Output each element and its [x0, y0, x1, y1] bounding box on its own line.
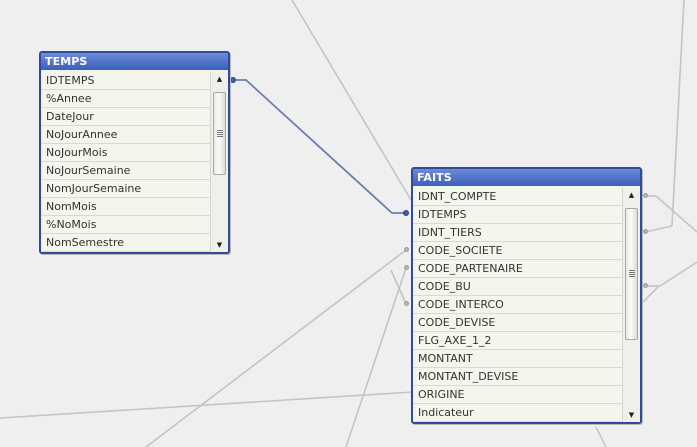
field-item[interactable]: NomMois — [41, 198, 210, 216]
link-line — [642, 286, 659, 303]
field-item[interactable]: NomJourSemaine — [41, 180, 210, 198]
vertical-scrollbar[interactable]: ▲ ▼ — [210, 72, 228, 252]
link-line — [655, 195, 697, 233]
connector-dot — [643, 283, 648, 288]
table-faits[interactable]: FAITS IDNT_COMPTE IDTEMPS IDNT_TIERS COD… — [411, 167, 642, 424]
grip-icon — [216, 129, 223, 137]
field-item[interactable]: CODE_PARTENAIRE — [413, 260, 622, 278]
field-item[interactable]: Indicateur — [413, 404, 622, 422]
field-item[interactable]: NomSemestre — [41, 234, 210, 252]
field-item[interactable]: %Annee — [41, 90, 210, 108]
vertical-scrollbar[interactable]: ▲ ▼ — [622, 188, 640, 422]
link-line — [345, 267, 407, 447]
link-line — [0, 391, 414, 419]
table-title[interactable]: TEMPS — [41, 53, 228, 70]
scroll-thumb[interactable] — [625, 208, 638, 340]
field-item[interactable]: NoJourAnnee — [41, 126, 210, 144]
field-item[interactable]: DateJour — [41, 108, 210, 126]
connector-dot — [404, 301, 409, 306]
field-list: IDTEMPS %Annee DateJour NoJourAnnee NoJo… — [41, 72, 210, 252]
scroll-thumb[interactable] — [213, 92, 226, 175]
link-line — [671, 0, 685, 227]
scroll-down-arrow-icon[interactable]: ▼ — [211, 238, 228, 252]
link-line — [145, 249, 407, 447]
connector-dot-temps-idtemps — [230, 77, 236, 83]
connector-dot-faits-idtemps — [403, 210, 409, 216]
connector-dot — [404, 265, 409, 270]
connector-dot — [643, 229, 648, 234]
link-line — [595, 426, 607, 447]
connector-dot — [643, 193, 648, 198]
field-item[interactable]: NoJourMois — [41, 144, 210, 162]
scroll-up-arrow-icon[interactable]: ▲ — [623, 188, 640, 202]
field-item[interactable]: IDTEMPS — [41, 72, 210, 90]
table-temps[interactable]: TEMPS IDTEMPS %Annee DateJour NoJourAnne… — [39, 51, 230, 254]
table-title[interactable]: FAITS — [413, 169, 640, 186]
link-line-idtemps — [233, 79, 407, 214]
field-item[interactable]: NoJourSemaine — [41, 162, 210, 180]
field-item[interactable]: MONTANT — [413, 350, 622, 368]
connector-dot — [404, 247, 409, 252]
field-list: IDNT_COMPTE IDTEMPS IDNT_TIERS CODE_SOCI… — [413, 188, 622, 422]
field-item[interactable]: ORIGINE — [413, 386, 622, 404]
field-item[interactable]: CODE_SOCIETE — [413, 242, 622, 260]
link-line — [291, 0, 412, 201]
field-item[interactable]: IDTEMPS — [413, 206, 622, 224]
field-item[interactable]: IDNT_COMPTE — [413, 188, 622, 206]
field-item[interactable]: IDNT_TIERS — [413, 224, 622, 242]
field-item[interactable]: FLG_AXE_1_2 — [413, 332, 622, 350]
link-line — [644, 225, 673, 233]
scroll-up-arrow-icon[interactable]: ▲ — [211, 72, 228, 86]
field-item[interactable]: MONTANT_DEVISE — [413, 368, 622, 386]
scroll-down-arrow-icon[interactable]: ▼ — [623, 408, 640, 422]
grip-icon — [628, 270, 635, 277]
field-item[interactable]: %NoMois — [41, 216, 210, 234]
field-item[interactable]: CODE_INTERCO — [413, 296, 622, 314]
field-item[interactable]: CODE_BU — [413, 278, 622, 296]
field-item[interactable]: CODE_DEVISE — [413, 314, 622, 332]
link-line — [659, 261, 697, 287]
